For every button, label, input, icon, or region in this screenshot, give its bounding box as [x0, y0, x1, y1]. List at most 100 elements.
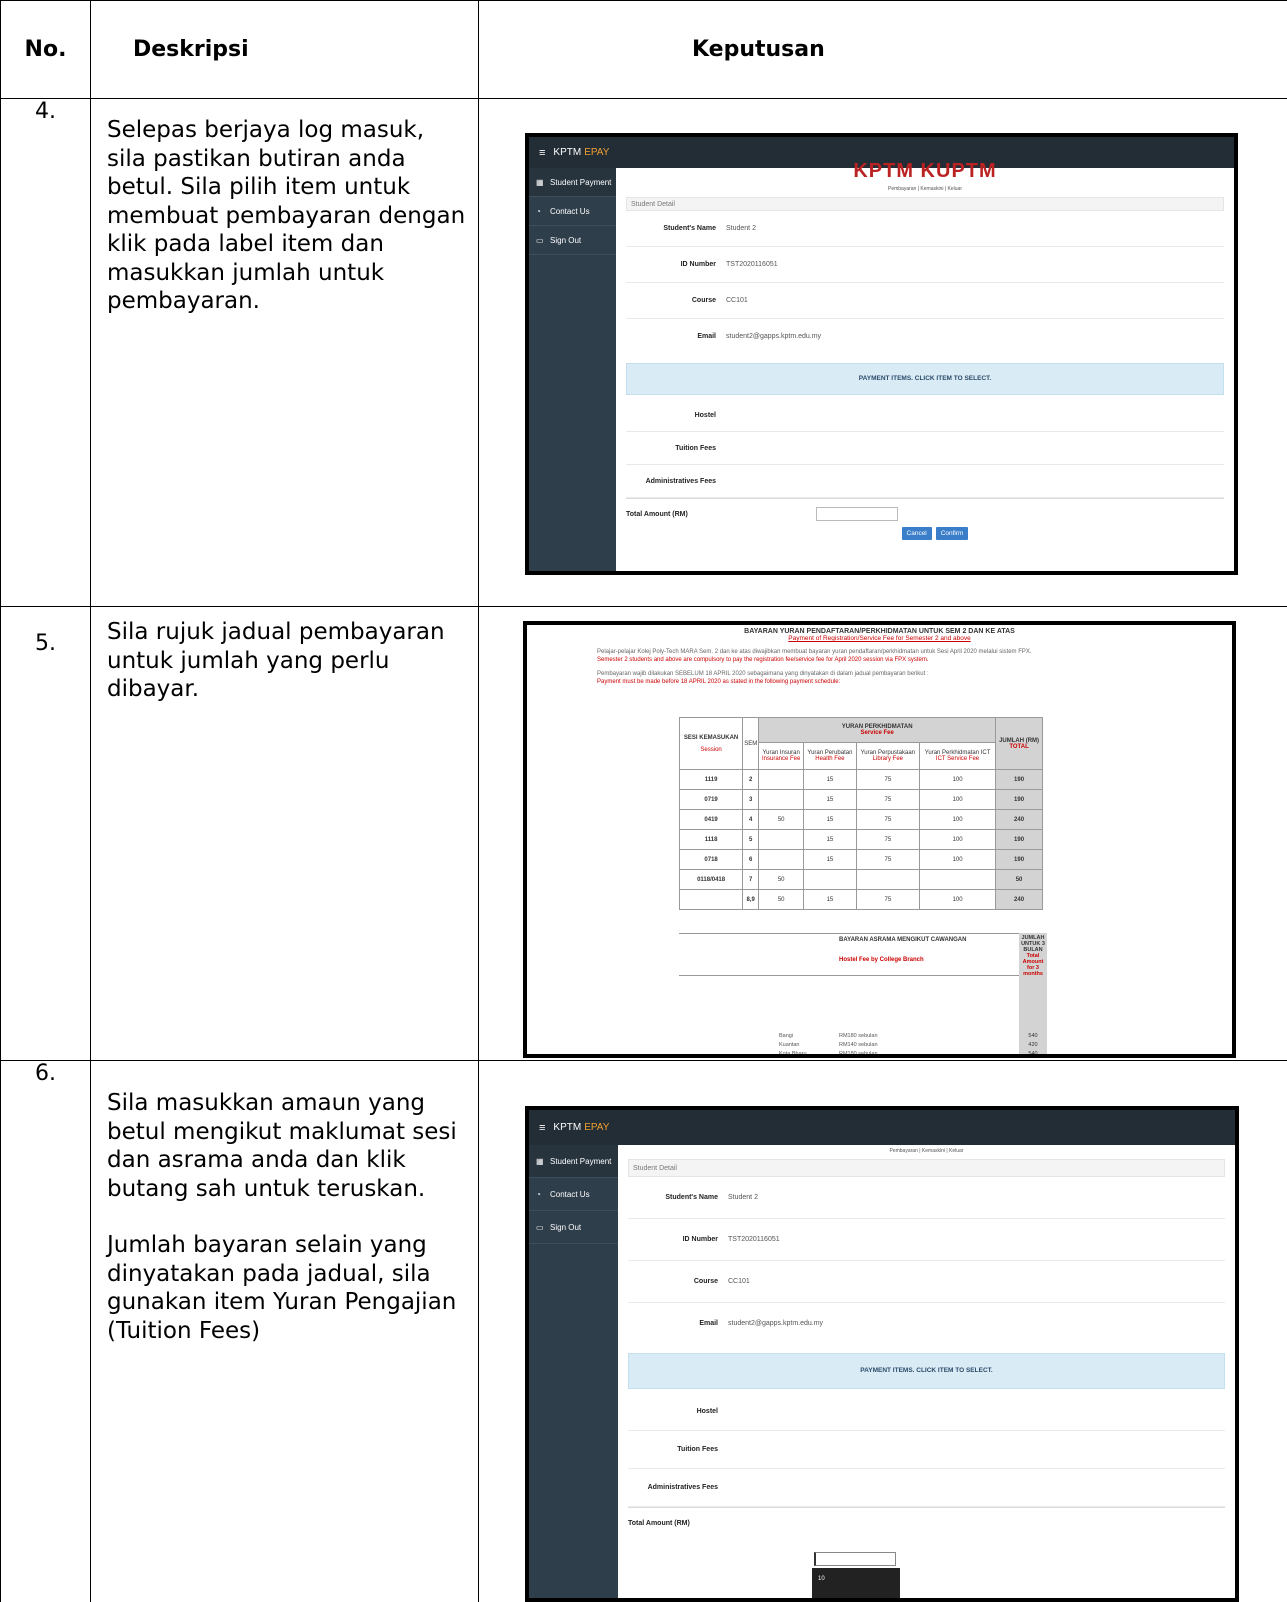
sidebar-item-label: Student Payment [550, 1156, 612, 1166]
college-logo: Pembayaran | Kemaskini | Keluar [618, 1145, 1235, 1159]
fee-table-row: 0118/0418 7 50 50 [678, 869, 1043, 890]
sidebar-item-sign-out[interactable]: ▭ Sign Out [529, 1211, 618, 1244]
hostel-rate: RM140 sebulan [839, 1042, 878, 1048]
monitor-icon: ▭ [536, 1222, 544, 1232]
fee-para2-ms: Pembayaran wajib dilakukan SEBELUM 18 AP… [597, 671, 929, 677]
field-label: Course [693, 1278, 718, 1285]
fee-table-cell: 15 [803, 809, 857, 830]
fee-table-cell [855, 869, 920, 890]
field-row: Student's Name Student 2 [626, 211, 1224, 247]
fee-table-cell [918, 869, 997, 890]
total-amount-input[interactable] [814, 1552, 896, 1566]
sidebar-item-contact-us[interactable]: ◔ Contact Us [529, 197, 616, 226]
fee-table-cell: 15 [803, 769, 857, 790]
hostel-amount: 540 [1028, 1051, 1038, 1054]
field-row: Course CC101 [628, 1261, 1225, 1303]
total-amount-input[interactable] [816, 507, 898, 521]
fee-document: BAYARAN YURAN PENDAFTARAN/PERKHIDMATAN U… [527, 625, 1232, 1054]
app-sidebar: ▦ Student Payment ◔ Contact Us ▭ Sign Out [529, 1145, 618, 1598]
fee-table-cell [758, 769, 805, 790]
hostel-total-label: JUMLAH UNTUK 3 BULAN [1021, 935, 1045, 953]
sidebar-item-label: Contact Us [550, 206, 590, 216]
hostel-rate: RM180 sebulan [839, 1033, 878, 1039]
fee-table-cell: 100 [918, 809, 997, 830]
fee-table-cell: 75 [855, 769, 920, 790]
col-sesi: SESI KEMASUKAN Session [678, 717, 744, 770]
app-main: KPTM KUPTM Pembayaran | Kemaskini | Kelu… [616, 160, 1234, 571]
table-icon: ▦ [536, 177, 544, 187]
col-insurance: Yuran Insuran Insurance Fee [758, 741, 805, 771]
table-icon: ▦ [536, 1156, 544, 1166]
fee-table-cell: 15 [803, 789, 857, 810]
field-value: student2@gapps.kptm.edu.my [726, 332, 822, 340]
col-library-en: Library Fee [872, 755, 904, 762]
col-sem: SEM [742, 717, 760, 770]
action-buttons: Cancel Confirm [636, 527, 1234, 540]
hostel-rate: RM180 sebulan [839, 1051, 878, 1054]
fee-table-cell [758, 849, 805, 870]
fee-table-cell: 50 [758, 809, 805, 830]
col-health-en: Health Fee [815, 755, 845, 762]
field-value: CC101 [726, 297, 748, 304]
fee-table-cell: 100 [918, 849, 997, 870]
hostel-branch: Bangi [779, 1033, 794, 1039]
sidebar-item-sign-out[interactable]: ▭ Sign Out [529, 226, 616, 255]
row-number: 4. [0, 98, 91, 607]
sidebar-item-label: Sign Out [550, 1222, 582, 1232]
fee-table-cell: 240 [995, 809, 1043, 830]
fee-table-cell [758, 829, 805, 850]
field-value: TST2020116051 [726, 261, 778, 268]
fee-table-cell: 75 [855, 889, 920, 910]
panel-title: Student Detail [626, 197, 1224, 211]
fee-table: SESI KEMASUKAN Session SEM YURAN PERKHIDM… [678, 717, 1043, 910]
sidebar-item-label: Student Payment [550, 177, 612, 187]
menu-icon[interactable]: ≡ [539, 147, 545, 159]
fee-table-cell: 100 [918, 829, 997, 850]
fee-table-cell: 190 [995, 789, 1043, 810]
autocomplete-dropdown[interactable]: 10 [812, 1568, 900, 1598]
fee-table-cell [758, 789, 805, 810]
payment-item-tuition[interactable]: Tuition Fees [626, 432, 1224, 465]
sidebar-item-student-payment[interactable]: ▦ Student Payment [529, 1145, 618, 1178]
confirm-button[interactable]: Confirm [935, 527, 969, 540]
payment-item-admin[interactable]: Administratives Fees [628, 1469, 1225, 1507]
field-value: TST2020116051 [728, 1236, 780, 1243]
screenshot-fee-schedule: BAYARAN YURAN PENDAFTARAN/PERKHIDMATAN U… [523, 621, 1236, 1058]
payment-item-hostel[interactable]: Hostel [628, 1393, 1225, 1431]
fee-table-row: 0419 4 50 15 75 100 240 [678, 809, 1043, 830]
service-group-en: Service Fee [860, 729, 894, 736]
payment-item-admin[interactable]: Administratives Fees [626, 465, 1224, 498]
hostel-branch: Kuantan [779, 1042, 800, 1048]
fee-table-cell: 15 [803, 849, 857, 870]
field-row: Course CC101 [626, 283, 1224, 319]
sidebar-item-student-payment[interactable]: ▦ Student Payment [529, 168, 616, 197]
sidebar-item-contact-us[interactable]: ◔ Contact Us [529, 1178, 618, 1211]
fee-table-cell: 0118/0418 [678, 869, 744, 890]
app-sidebar: ▦ Student Payment ◔ Contact Us ▭ Sign Out [529, 168, 616, 571]
logo-links: Pembayaran | Kemaskini | Keluar [887, 186, 963, 192]
payment-item-hostel[interactable]: Hostel [626, 399, 1224, 432]
cancel-button[interactable]: Cancel [901, 527, 932, 540]
payment-item-tuition[interactable]: Tuition Fees [628, 1431, 1225, 1469]
field-row: ID Number TST2020116051 [628, 1219, 1225, 1261]
fee-table-cell: 3 [742, 789, 760, 810]
field-label: ID Number [682, 1236, 718, 1243]
fee-para2-en: Payment must be made before 18 APRIL 202… [597, 679, 841, 685]
monitor-icon: ▭ [536, 235, 544, 245]
logo-text: KPTM KUPTM [853, 160, 997, 182]
col-insurance-en: Insurance Fee [761, 755, 801, 762]
fee-table-group-header: SESI KEMASUKAN Session SEM YURAN PERKHIDM… [678, 717, 1043, 770]
fee-table-cell: 190 [995, 849, 1043, 870]
contact-icon: ◔ [536, 206, 541, 216]
fee-table-cell: 100 [918, 889, 997, 910]
fee-table-cell: 1119 [678, 769, 744, 790]
field-value: Student 2 [726, 225, 756, 232]
hostel-amount: 420 [1028, 1042, 1038, 1048]
col-sesi-en: Session [700, 746, 722, 753]
hostel-title: BAYARAN ASRAMA MENGIKUT CAWANGAN [839, 937, 967, 943]
sidebar-item-label: Sign Out [550, 235, 582, 245]
fee-title: BAYARAN YURAN PENDAFTARAN/PERKHIDMATAN U… [744, 628, 1015, 635]
row-description: Sila rujuk jadual pembayaran untuk jumla… [90, 606, 479, 1061]
menu-icon[interactable]: ≡ [539, 1122, 545, 1134]
fee-table-cell: 1118 [678, 829, 744, 850]
